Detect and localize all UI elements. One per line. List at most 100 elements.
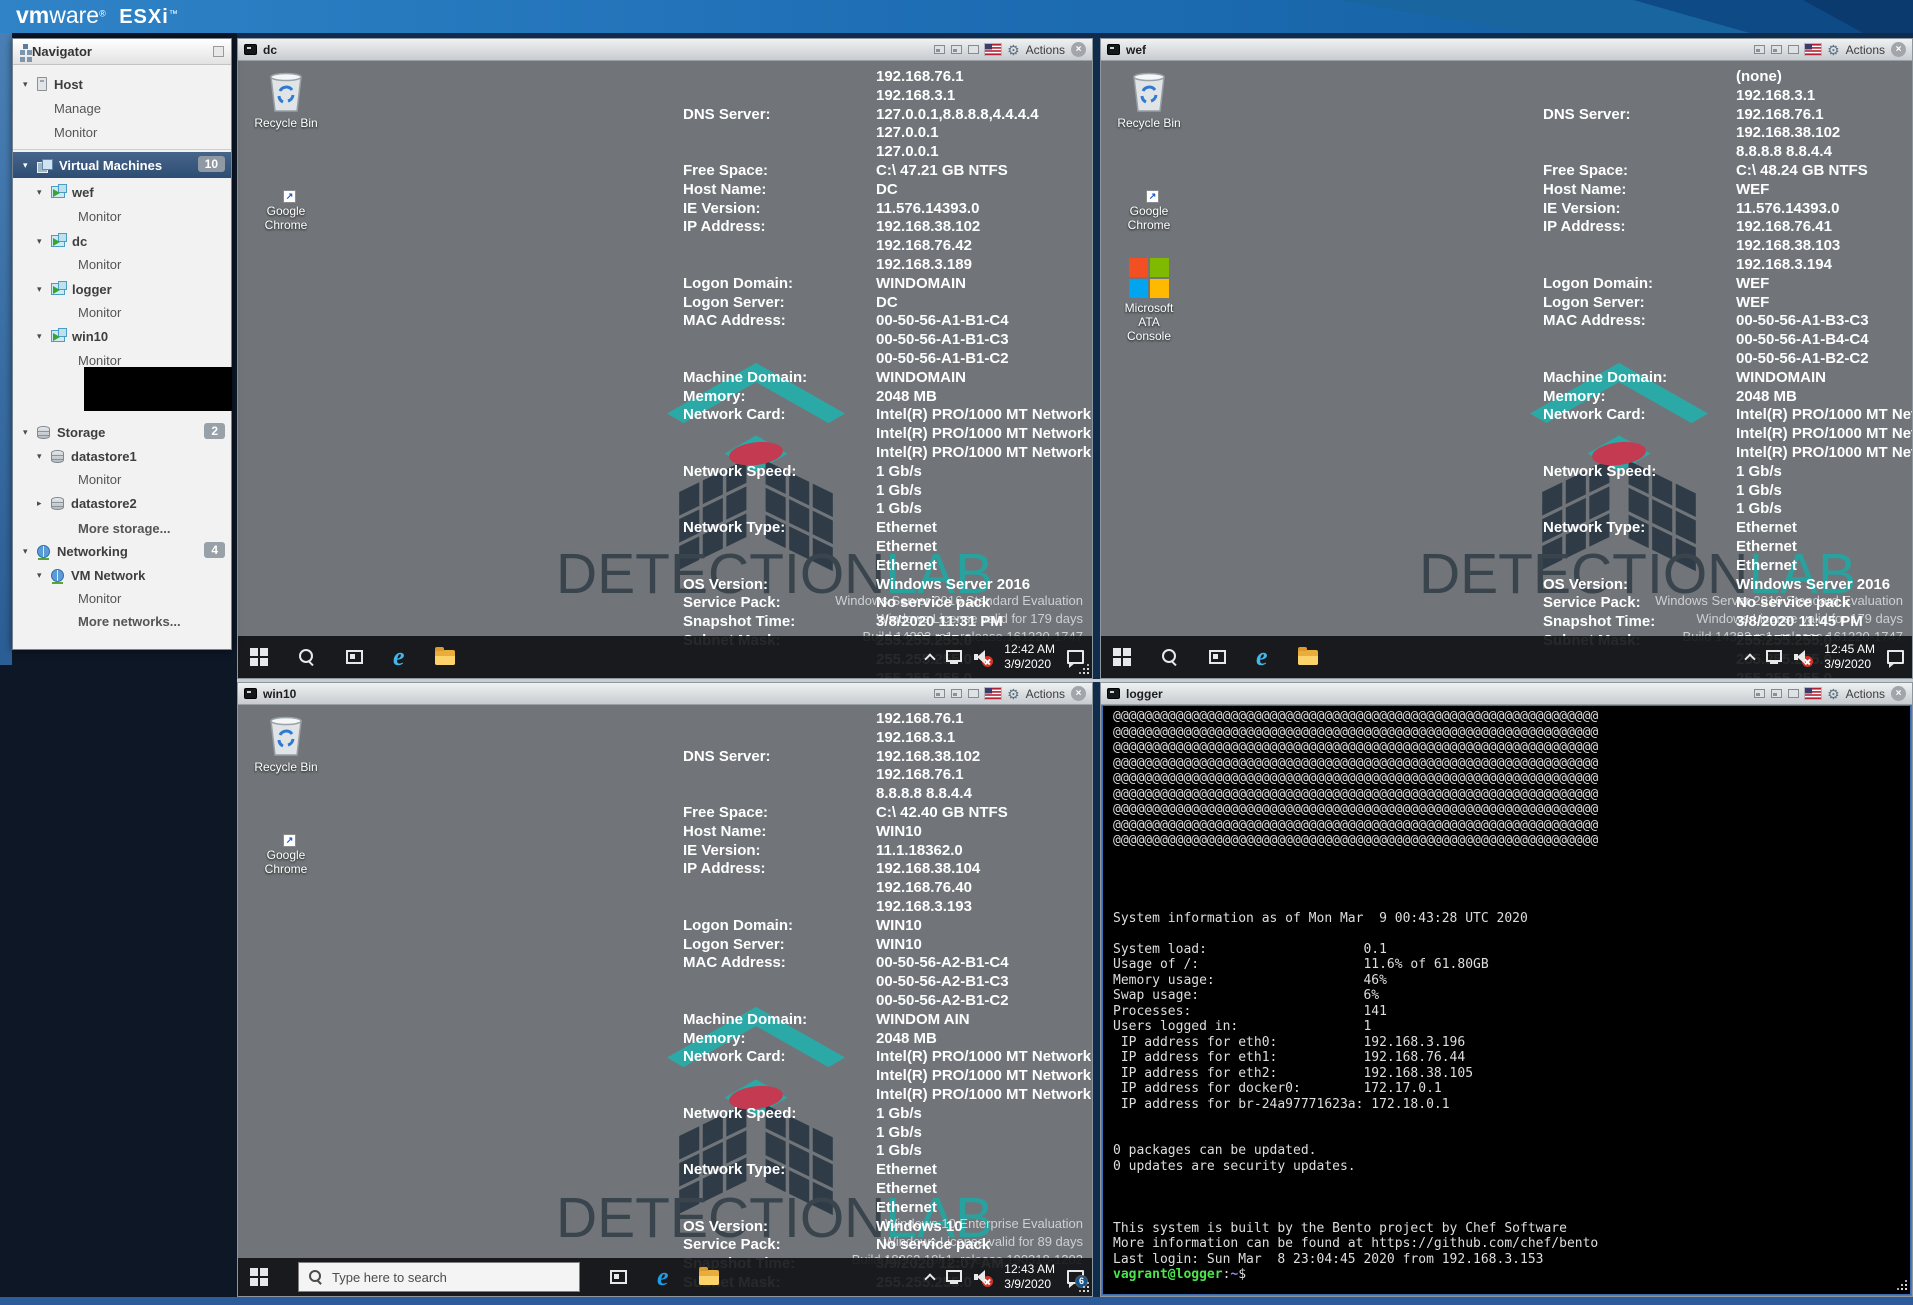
fullscreen-icon[interactable]	[968, 689, 979, 698]
recycle-bin-icon[interactable]: Recycle Bin	[246, 69, 326, 131]
new-window-icon[interactable]	[951, 689, 962, 698]
chevron-down-icon[interactable]: ▾	[23, 79, 37, 90]
sidebar-item-manage[interactable]: Manage	[13, 96, 231, 120]
google-chrome-icon[interactable]: ↗ Google Chrome	[246, 201, 326, 233]
chevron-down-icon[interactable]: ▾	[37, 236, 51, 247]
volume-muted-icon[interactable]	[1794, 649, 1812, 665]
taskbar-clock[interactable]: 12:42 AM 3/9/2020	[1004, 642, 1055, 672]
vm-desktop-wef[interactable]: DETECTIONLAB Windows Server 2016 Standar…	[1101, 61, 1912, 678]
keyboard-layout-flag-icon[interactable]	[1805, 44, 1821, 55]
chevron-down-icon[interactable]: ▾	[37, 331, 51, 342]
tray-expand-icon[interactable]	[1745, 653, 1756, 664]
internet-explorer-icon[interactable]: e	[1256, 646, 1268, 668]
recycle-bin-icon[interactable]: Recycle Bin	[246, 713, 326, 775]
recycle-bin-icon[interactable]: Recycle Bin	[1109, 69, 1189, 131]
panel-pin-icon[interactable]	[213, 46, 224, 57]
window-titlebar-dc[interactable]: dc ⚙ Actions ×	[238, 39, 1092, 61]
tray-expand-icon[interactable]	[925, 653, 936, 664]
sidebar-item-vm-dc[interactable]: ▾ dc	[13, 229, 231, 253]
sidebar-item-monitor[interactable]: Monitor	[13, 586, 231, 610]
resize-grip[interactable]	[1895, 1278, 1907, 1290]
actions-menu[interactable]: Actions	[1846, 43, 1885, 57]
volume-muted-icon[interactable]	[974, 649, 992, 665]
sidebar-item-monitor[interactable]: Monitor	[13, 252, 231, 276]
sidebar-item-networking[interactable]: ▾ Networking 4	[13, 539, 231, 563]
network-status-icon[interactable]	[946, 1270, 962, 1282]
resize-grip[interactable]	[1077, 662, 1089, 674]
microsoft-ata-console-icon[interactable]: Microsoft ATA Console	[1109, 258, 1189, 343]
chevron-down-icon[interactable]: ▾	[23, 160, 37, 171]
new-window-icon[interactable]	[1771, 45, 1782, 54]
task-view-icon[interactable]	[610, 1270, 627, 1284]
gear-icon[interactable]: ⚙	[1007, 687, 1020, 701]
popout-console-icon[interactable]	[934, 45, 945, 54]
sidebar-item-vm-win10[interactable]: ▾ win10	[13, 324, 231, 348]
window-titlebar-logger[interactable]: logger ⚙ Actions ×	[1101, 683, 1912, 705]
sidebar-item-virtual-machines[interactable]: ▾ Virtual Machines 10	[13, 152, 231, 178]
actions-menu[interactable]: Actions	[1026, 687, 1065, 701]
keyboard-layout-flag-icon[interactable]	[985, 688, 1001, 699]
file-explorer-icon[interactable]	[699, 1270, 719, 1285]
start-button-icon[interactable]	[250, 1268, 268, 1286]
popout-console-icon[interactable]	[1754, 45, 1765, 54]
network-status-icon[interactable]	[1766, 650, 1782, 662]
close-icon[interactable]: ×	[1891, 686, 1906, 701]
actions-menu[interactable]: Actions	[1026, 43, 1065, 57]
start-button-icon[interactable]	[250, 648, 268, 666]
search-icon[interactable]	[298, 648, 316, 666]
gear-icon[interactable]: ⚙	[1007, 43, 1020, 57]
tray-expand-icon[interactable]	[925, 1273, 936, 1284]
sidebar-item-datastore1[interactable]: ▾ datastore1	[13, 444, 231, 468]
sidebar-item-monitor[interactable]: Monitor	[13, 120, 231, 144]
popout-console-icon[interactable]	[1754, 689, 1765, 698]
terminal-console-logger[interactable]: @@@@@@@@@@@@@@@@@@@@@@@@@@@@@@@@@@@@@@@@…	[1102, 705, 1911, 1295]
sidebar-item-host[interactable]: ▾ Host	[13, 72, 231, 96]
sidebar-item-redacted[interactable]	[84, 367, 232, 411]
chevron-down-icon[interactable]: ▾	[37, 570, 51, 581]
new-window-icon[interactable]	[1771, 689, 1782, 698]
microsoft-edge-icon[interactable]: e	[657, 1266, 669, 1288]
chevron-down-icon[interactable]: ▾	[37, 187, 51, 198]
sidebar-item-more-storage[interactable]: More storage...	[13, 516, 231, 540]
sidebar-item-storage[interactable]: ▾ Storage 2	[13, 420, 231, 444]
start-button-icon[interactable]	[1113, 648, 1131, 666]
fullscreen-icon[interactable]	[1788, 45, 1799, 54]
chevron-down-icon[interactable]: ▾	[37, 451, 51, 462]
file-explorer-icon[interactable]	[1298, 650, 1318, 665]
sidebar-item-more-networks[interactable]: More networks...	[13, 609, 231, 633]
gear-icon[interactable]: ⚙	[1827, 43, 1840, 57]
vm-desktop-dc[interactable]: DETECTIONLAB Windows Server 2016 Standar…	[238, 61, 1092, 678]
resize-grip[interactable]	[1077, 1280, 1089, 1292]
taskbar-clock[interactable]: 12:45 AM 3/9/2020	[1824, 642, 1875, 672]
internet-explorer-icon[interactable]: e	[393, 646, 405, 668]
chevron-down-icon[interactable]: ▾	[37, 284, 51, 295]
sidebar-item-monitor[interactable]: Monitor	[13, 204, 231, 228]
taskbar-search-input[interactable]: Type here to search	[298, 1262, 580, 1292]
sidebar-item-monitor[interactable]: Monitor	[13, 300, 231, 324]
new-window-icon[interactable]	[951, 45, 962, 54]
close-icon[interactable]: ×	[1071, 686, 1086, 701]
actions-menu[interactable]: Actions	[1846, 687, 1885, 701]
window-titlebar-win10[interactable]: win10 ⚙ Actions ×	[238, 683, 1092, 705]
popout-console-icon[interactable]	[934, 689, 945, 698]
taskbar-clock[interactable]: 12:43 AM 3/9/2020	[1004, 1262, 1055, 1292]
sidebar-item-vm-network[interactable]: ▾ VM Network	[13, 563, 231, 587]
fullscreen-icon[interactable]	[968, 45, 979, 54]
notification-center-icon[interactable]	[1887, 650, 1904, 664]
sidebar-item-monitor[interactable]: Monitor	[13, 467, 231, 491]
file-explorer-icon[interactable]	[435, 650, 455, 665]
chevron-down-icon[interactable]: ▾	[23, 427, 37, 438]
sidebar-item-datastore2[interactable]: ▸ datastore2	[13, 491, 231, 515]
sidebar-item-vm-logger[interactable]: ▾ logger	[13, 277, 231, 301]
google-chrome-icon[interactable]: ↗ Google Chrome	[1109, 201, 1189, 233]
chevron-right-icon[interactable]: ▸	[37, 498, 51, 509]
search-icon[interactable]	[1161, 648, 1179, 666]
volume-muted-icon[interactable]	[974, 1269, 992, 1285]
fullscreen-icon[interactable]	[1788, 689, 1799, 698]
google-chrome-icon[interactable]: ↗ Google Chrome	[246, 845, 326, 877]
task-view-icon[interactable]	[346, 650, 363, 664]
sidebar-item-vm-wef[interactable]: ▾ wef	[13, 180, 231, 204]
gear-icon[interactable]: ⚙	[1827, 687, 1840, 701]
close-icon[interactable]: ×	[1071, 42, 1086, 57]
vm-desktop-win10[interactable]: DETECTIONLAB Windows 10 Enterprise Evalu…	[238, 705, 1092, 1296]
